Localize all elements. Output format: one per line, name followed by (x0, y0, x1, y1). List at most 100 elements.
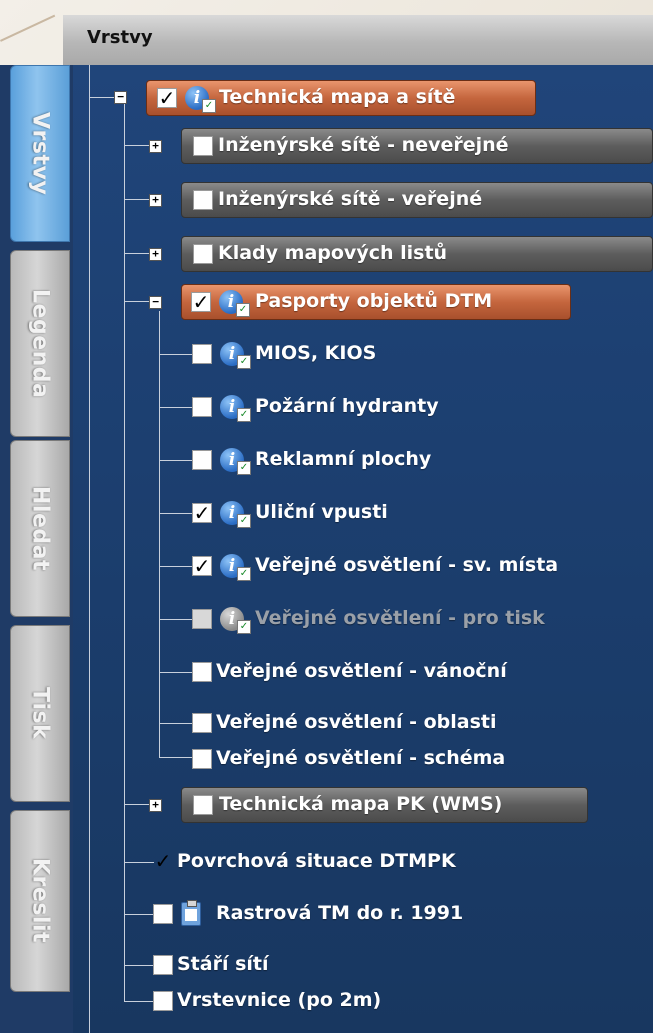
layer-checkbox[interactable] (193, 795, 213, 815)
layer-checkbox[interactable] (192, 344, 212, 364)
layer-label: Veřejné osvětlení - schéma (216, 747, 506, 769)
layer-checkbox[interactable] (192, 749, 212, 769)
layer-checkbox[interactable] (193, 244, 213, 264)
layer-row[interactable]: + Inženýrské sítě - veřejné (73, 182, 653, 218)
ok-badge-icon: ✓ (237, 514, 251, 528)
layer-checkbox[interactable] (153, 904, 173, 924)
ok-badge-icon: ✓ (202, 99, 216, 113)
tree-connector (159, 672, 195, 673)
layer-label: Povrchová situace DTMPK (177, 850, 456, 872)
layer-label: Technická mapa a sítě (219, 86, 456, 108)
tree-connector (124, 1001, 154, 1002)
tree-connector (159, 619, 195, 620)
tab-hledat[interactable]: Hledat (10, 440, 70, 617)
layer-row[interactable]: Rastrová TM do r. 1991 (73, 897, 653, 931)
layer-row[interactable]: ✓ i ✓ Uliční vpusti (73, 496, 653, 530)
layer-checkbox[interactable]: ✓ (153, 851, 173, 872)
layer-checkbox (192, 609, 212, 629)
tree-connector (159, 407, 195, 408)
info-icon[interactable]: i ✓ (220, 342, 251, 369)
layer-label: Pasporty objektů DTM (255, 290, 493, 312)
layer-checkbox[interactable]: ✓ (191, 292, 211, 312)
layer-row[interactable]: Stáří sítí (73, 948, 653, 982)
layer-row[interactable]: + Technická mapa PK (WMS) (73, 787, 653, 823)
panel-title: Vrstvy (87, 27, 153, 48)
tab-label: Legenda (27, 288, 53, 399)
info-icon[interactable]: i ✓ (220, 501, 251, 528)
tab-label: Vrstvy (27, 111, 53, 196)
layer-checkbox[interactable]: ✓ (157, 88, 177, 108)
layer-checkbox[interactable] (153, 955, 173, 975)
layer-row[interactable]: − ✓ i ✓ Technická mapa a sítě (73, 80, 653, 116)
info-icon[interactable]: i ✓ (185, 86, 216, 113)
ok-badge-icon: ✓ (237, 461, 251, 475)
layer-label: Požární hydranty (255, 395, 439, 417)
tree-connector (124, 914, 154, 915)
tab-label: Hledat (27, 486, 53, 571)
tree-connector (124, 965, 154, 966)
layer-row[interactable]: Veřejné osvětlení - vánoční (73, 655, 653, 689)
layer-label: MIOS, KIOS (255, 342, 377, 364)
tree-connector (124, 862, 154, 863)
layer-row[interactable]: + Klady mapových listů (73, 236, 653, 272)
info-icon[interactable]: i ✓ (219, 290, 250, 317)
layer-row[interactable]: + Inženýrské sítě - neveřejné (73, 128, 653, 164)
info-icon[interactable]: i ✓ (220, 448, 251, 475)
tab-kreslit[interactable]: Kreslit (10, 810, 70, 992)
info-icon[interactable]: i ✓ (220, 395, 251, 422)
tree-connector (159, 757, 195, 758)
tree-connector (159, 311, 160, 757)
layer-label: Inženýrské sítě - neveřejné (218, 134, 509, 156)
tree-connector (159, 723, 195, 724)
layer-row[interactable]: i ✓ MIOS, KIOS (73, 337, 653, 371)
layers-panel-header: Vrstvy (63, 15, 653, 66)
expand-expander[interactable]: + (149, 194, 162, 207)
layer-checkbox[interactable] (153, 991, 173, 1011)
layer-label: Veřejné osvětlení - vánoční (216, 660, 507, 682)
layer-label: Veřejné osvětlení - oblasti (216, 711, 497, 733)
layer-checkbox[interactable] (193, 136, 213, 156)
layer-row[interactable]: − ✓ i ✓ Pasporty objektů DTM (73, 284, 653, 320)
ok-badge-icon: ✓ (237, 408, 251, 422)
layer-checkbox[interactable]: ✓ (192, 556, 212, 576)
ok-badge-icon: ✓ (237, 620, 251, 634)
layer-checkbox[interactable] (192, 397, 212, 417)
layer-row[interactable]: Veřejné osvětlení - schéma (73, 747, 653, 791)
expand-expander[interactable]: + (149, 799, 162, 812)
expand-expander[interactable]: + (149, 140, 162, 153)
tab-label: Kreslit (27, 858, 53, 944)
layer-checkbox[interactable] (192, 450, 212, 470)
tree-connector (159, 513, 195, 514)
clipboard-icon[interactable] (181, 900, 201, 926)
layer-label: Vrstevnice (po 2m) (177, 989, 382, 1011)
layer-checkbox[interactable] (192, 713, 212, 733)
layer-checkbox[interactable]: ✓ (192, 503, 212, 523)
layer-row[interactable]: i ✓ Požární hydranty (73, 390, 653, 424)
info-icon[interactable]: i ✓ (220, 554, 251, 581)
tab-label: Tisk (27, 687, 53, 740)
layer-tree: − ✓ i ✓ Technická mapa a sítě + Inženýrsk… (73, 65, 653, 1033)
layer-label: Stáří sítí (177, 953, 269, 975)
layer-label: Veřejné osvětlení - pro tisk (255, 607, 545, 629)
collapse-expander[interactable]: − (114, 91, 127, 104)
ok-badge-icon: ✓ (236, 303, 250, 317)
ok-badge-icon: ✓ (237, 567, 251, 581)
expand-expander[interactable]: + (149, 248, 162, 261)
tab-vrstvy[interactable]: Vrstvy (10, 65, 70, 242)
layer-row[interactable]: ✓ i ✓ Veřejné osvětlení - sv. místa (73, 549, 653, 583)
tab-legenda[interactable]: Legenda (10, 250, 70, 437)
layer-label: Inženýrské sítě - veřejné (218, 188, 483, 210)
layer-checkbox[interactable] (193, 190, 213, 210)
tab-tisk[interactable]: Tisk (10, 625, 70, 802)
ok-badge-icon: ✓ (237, 355, 251, 369)
layer-row[interactable]: Vrstevnice (po 2m) (73, 989, 653, 1033)
collapse-expander[interactable]: − (149, 296, 162, 309)
layer-checkbox[interactable] (192, 662, 212, 682)
tree-connector (159, 354, 195, 355)
tab-strip: Vrstvy Legenda Hledat Tisk Kreslit (0, 65, 73, 1033)
layer-row: i ✓ Veřejné osvětlení - pro tisk (73, 602, 653, 636)
layer-label: Uliční vpusti (255, 501, 388, 523)
layer-row[interactable]: Veřejné osvětlení - oblasti (73, 706, 653, 740)
layer-row[interactable]: i ✓ Reklamní plochy (73, 443, 653, 477)
layer-row[interactable]: ✓ Povrchová situace DTMPK (73, 845, 653, 879)
